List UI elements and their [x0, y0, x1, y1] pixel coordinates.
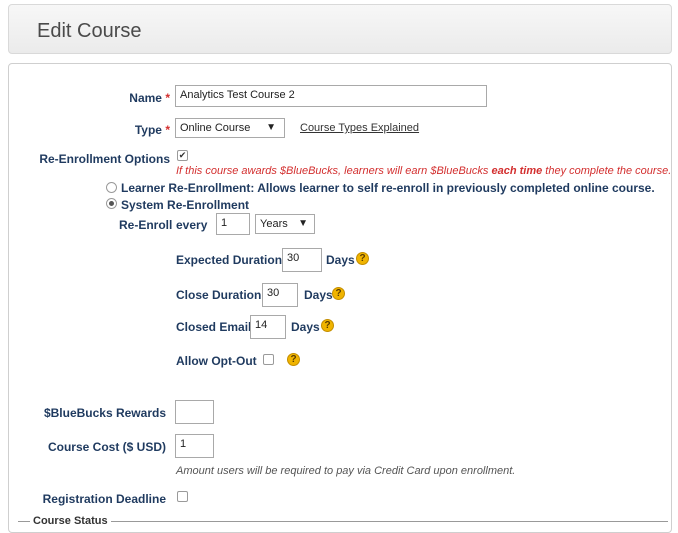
name-input[interactable]: Analytics Test Course 2 — [175, 85, 487, 107]
chevron-down-icon: ▼ — [298, 218, 308, 229]
type-label-text: Type — [134, 123, 162, 137]
bluebucks-note: If this course awards $BlueBucks, learne… — [176, 165, 671, 177]
reenroll-options-label: Re-Enrollment Options — [39, 152, 170, 166]
expected-duration-input[interactable]: 30 — [282, 248, 322, 272]
registration-deadline-label: Registration Deadline — [42, 492, 166, 506]
expected-duration-label: Expected Duration — [176, 253, 283, 267]
course-status-legend: Course Status — [30, 515, 111, 527]
learner-reenroll-label: Learner Re-Enrollment: Allows learner to… — [121, 181, 655, 195]
type-label: Type * — [0, 123, 170, 137]
bluebucks-note-bold: each time — [491, 165, 543, 177]
course-types-link[interactable]: Course Types Explained — [300, 122, 419, 134]
reenroll-options-checkbox[interactable]: ✔ — [177, 150, 188, 161]
course-cost-label: Course Cost ($ USD) — [47, 440, 166, 454]
reenroll-label: Re-Enroll — [119, 218, 173, 232]
page-header: Edit Course — [8, 4, 672, 54]
allow-optout-checkbox[interactable] — [263, 354, 274, 365]
bluebucks-rewards-input[interactable] — [175, 400, 214, 424]
bluebucks-note-start: If this course awards $BlueBucks, learne… — [176, 165, 492, 177]
course-cost-input[interactable]: 1 — [175, 434, 214, 458]
course-status-fieldset — [18, 521, 668, 522]
type-select[interactable]: Online Course ▼ — [175, 118, 285, 138]
bluebucks-note-end: they complete the course. — [542, 165, 672, 177]
registration-deadline-checkbox[interactable] — [177, 491, 188, 502]
required-marker: * — [165, 123, 170, 137]
course-cost-note: Amount users will be required to pay via… — [176, 465, 516, 477]
close-duration-label: Close Duration — [176, 288, 262, 302]
system-reenroll-label: System Re-Enrollment — [121, 198, 250, 212]
help-icon[interactable]: ? — [332, 287, 345, 300]
period-select[interactable]: Years ▼ — [255, 214, 315, 234]
page-title: Edit Course — [37, 20, 142, 42]
learner-reenroll-radio[interactable] — [106, 182, 117, 193]
every-label: every — [176, 218, 208, 232]
bluebucks-rewards-label: $BlueBucks Rewards — [43, 406, 166, 420]
help-icon[interactable]: ? — [356, 252, 369, 265]
days-label: Days — [326, 253, 355, 267]
help-icon[interactable]: ? — [287, 353, 300, 366]
days-label: Days — [291, 320, 320, 334]
allow-optout-label: Allow Opt-Out — [176, 354, 257, 368]
help-icon[interactable]: ? — [321, 319, 334, 332]
system-reenroll-radio[interactable] — [106, 198, 117, 209]
close-duration-input[interactable]: 30 — [262, 283, 298, 307]
period-select-value: Years — [260, 218, 288, 230]
chevron-down-icon: ▼ — [266, 122, 276, 133]
name-label: Name * — [0, 91, 170, 105]
closed-email-label: Closed Email — [176, 320, 252, 334]
type-select-value: Online Course — [180, 122, 251, 134]
days-label: Days — [304, 288, 333, 302]
every-input[interactable]: 1 — [216, 213, 250, 235]
closed-email-input[interactable]: 14 — [250, 315, 286, 339]
required-marker: * — [165, 91, 170, 105]
name-label-text: Name — [129, 91, 162, 105]
